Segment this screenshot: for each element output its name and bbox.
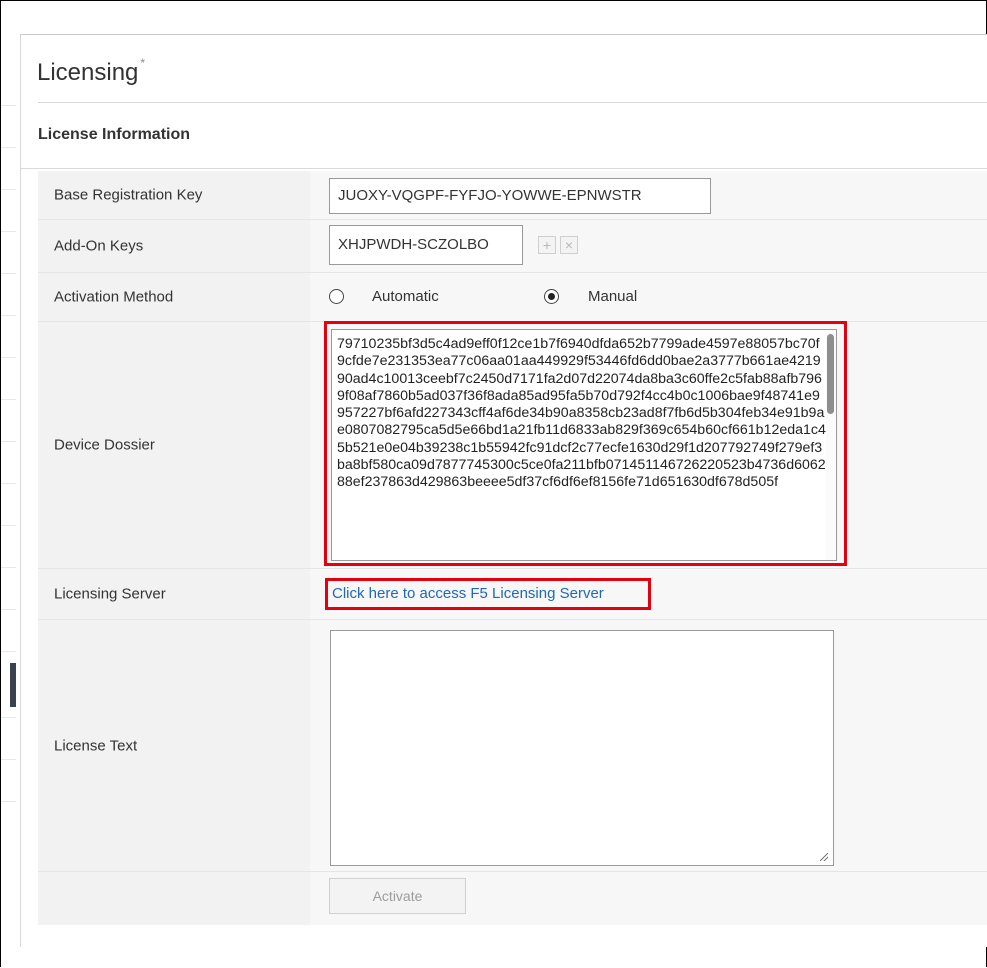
nav-divider bbox=[1, 441, 16, 442]
label-cell bbox=[38, 872, 310, 925]
required-marker: * bbox=[140, 56, 146, 70]
row-base-registration-key: Base Registration Key JUOXY-VQGPF-FYFJO-… bbox=[38, 171, 987, 220]
nav-divider bbox=[1, 567, 16, 568]
nav-active-indicator bbox=[10, 663, 16, 707]
add-on-key-input[interactable]: XHJPWDH-SCZOLBO bbox=[329, 225, 523, 265]
nav-divider bbox=[1, 273, 16, 274]
left-nav-strip bbox=[1, 1, 16, 967]
row-add-on-keys: Add-On Keys XHJPWDH-SCZOLBO + × bbox=[38, 220, 987, 273]
row-activation-method: Activation Method Automatic Manual bbox=[38, 273, 987, 322]
add-on-keys-label: Add-On Keys bbox=[54, 237, 144, 255]
value-cell: XHJPWDH-SCZOLBO + × bbox=[310, 220, 987, 272]
nav-divider bbox=[1, 189, 16, 190]
add-key-button[interactable]: + bbox=[538, 236, 556, 254]
radio-automatic[interactable] bbox=[329, 289, 344, 304]
base-registration-key-input[interactable]: JUOXY-VQGPF-FYFJO-YOWWE-EPNWSTR bbox=[329, 178, 711, 214]
base-key-label: Base Registration Key bbox=[54, 186, 203, 204]
device-dossier-text: 79710235bf3d5c4ad9eff0f12ce1b7f6940dfda6… bbox=[337, 336, 826, 491]
nav-divider bbox=[1, 525, 16, 526]
nav-divider bbox=[1, 357, 16, 358]
row-licensing-server: Licensing Server Click here to access F5… bbox=[38, 569, 987, 620]
value-cell: Click here to access F5 Licensing Server bbox=[310, 569, 987, 619]
plus-icon: + bbox=[542, 237, 552, 253]
value-cell bbox=[310, 620, 987, 871]
page-title: Licensing * bbox=[37, 56, 146, 87]
label-cell: Activation Method bbox=[38, 273, 310, 321]
label-cell: Add-On Keys bbox=[38, 220, 310, 272]
value-cell: Automatic Manual bbox=[310, 273, 987, 321]
device-dossier-textarea[interactable]: 79710235bf3d5c4ad9eff0f12ce1b7f6940dfda6… bbox=[331, 329, 837, 561]
activate-button[interactable]: Activate bbox=[329, 878, 466, 914]
nav-divider bbox=[1, 651, 16, 652]
label-cell: Licensing Server bbox=[38, 569, 310, 619]
title-divider bbox=[38, 102, 987, 103]
row-device-dossier: Device Dossier 79710235bf3d5c4ad9eff0f12… bbox=[38, 321, 987, 569]
label-cell: Device Dossier bbox=[38, 322, 310, 568]
radio-manual-label: Manual bbox=[588, 288, 638, 305]
row-license-text: License Text bbox=[38, 620, 987, 872]
value-cell: JUOXY-VQGPF-FYFJO-YOWWE-EPNWSTR bbox=[310, 171, 987, 219]
activation-method-label: Activation Method bbox=[54, 288, 174, 306]
license-text-textarea[interactable] bbox=[330, 630, 834, 866]
row-activate: Activate bbox=[38, 872, 987, 925]
nav-divider bbox=[1, 759, 16, 760]
label-cell: Base Registration Key bbox=[38, 171, 310, 219]
textarea-resize-handle[interactable] bbox=[820, 853, 828, 861]
dossier-scrollbar[interactable] bbox=[826, 330, 836, 560]
nav-divider bbox=[1, 399, 16, 400]
value-cell: 79710235bf3d5c4ad9eff0f12ce1b7f6940dfda6… bbox=[310, 321, 987, 568]
nav-divider bbox=[1, 609, 16, 610]
page-title-text: Licensing bbox=[37, 59, 139, 86]
radio-manual[interactable] bbox=[544, 289, 559, 304]
nav-divider bbox=[1, 315, 16, 316]
dossier-scroll-thumb[interactable] bbox=[827, 334, 834, 414]
remove-key-button[interactable]: × bbox=[560, 236, 578, 254]
value-cell: Activate bbox=[310, 872, 987, 925]
nav-divider bbox=[1, 231, 16, 232]
device-dossier-label: Device Dossier bbox=[54, 436, 155, 454]
section-title: License Information bbox=[38, 126, 191, 143]
nav-divider bbox=[1, 717, 16, 718]
nav-divider bbox=[1, 105, 16, 106]
section-divider bbox=[21, 168, 987, 169]
radio-automatic-label: Automatic bbox=[372, 288, 439, 305]
label-cell: License Text bbox=[38, 620, 310, 871]
licensing-server-label: Licensing Server bbox=[54, 585, 166, 603]
licensing-server-link[interactable]: Click here to access F5 Licensing Server bbox=[332, 585, 604, 602]
nav-divider bbox=[1, 483, 16, 484]
licensing-panel: Licensing * License Information Base Regi… bbox=[20, 34, 987, 947]
close-icon: × bbox=[564, 237, 574, 253]
nav-divider bbox=[1, 147, 16, 148]
license-text-label: License Text bbox=[54, 737, 138, 754]
nav-divider bbox=[1, 801, 16, 802]
